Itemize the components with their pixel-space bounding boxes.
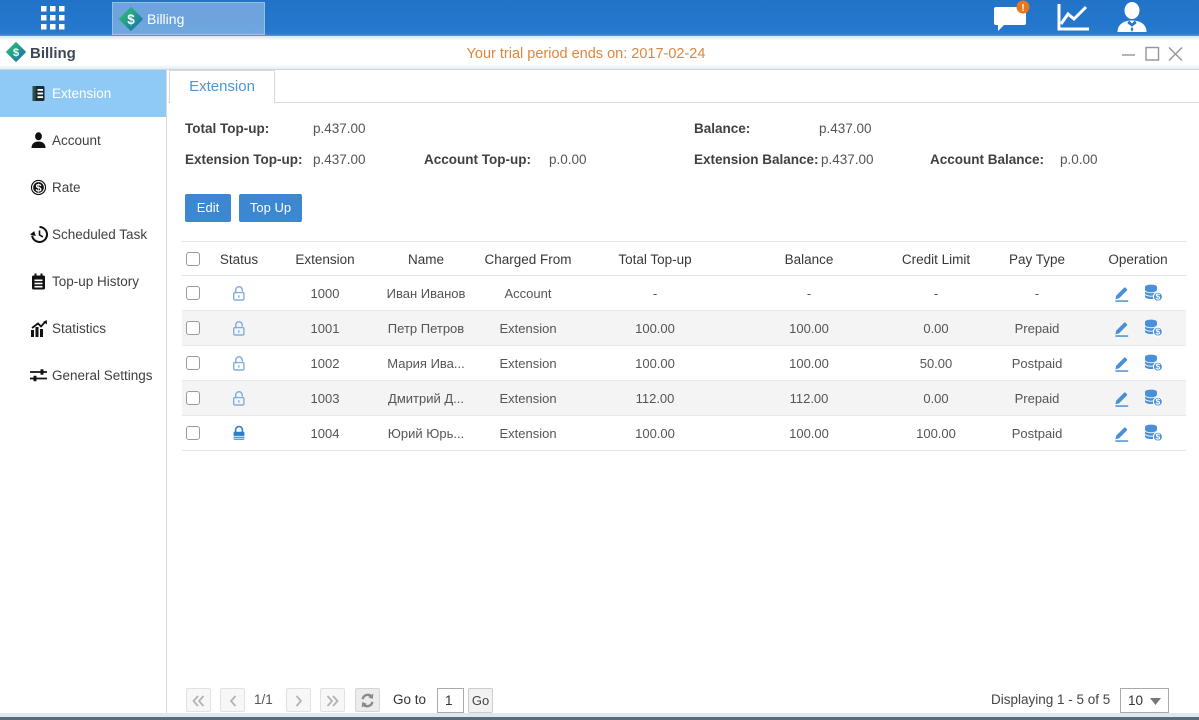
svg-text:!: !: [1021, 3, 1024, 14]
svg-text:$: $: [127, 12, 135, 27]
svg-text:$: $: [35, 183, 41, 195]
